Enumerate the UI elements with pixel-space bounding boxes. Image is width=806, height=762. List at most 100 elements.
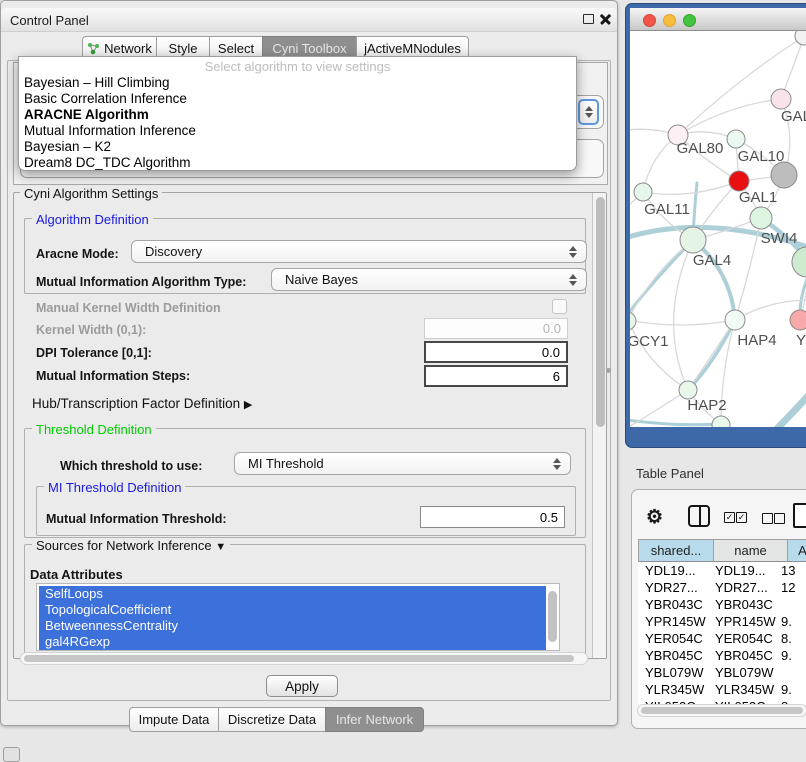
table-row[interactable]: YPR145W YPR145W 9. <box>638 613 806 630</box>
network-window-titlebar[interactable] <box>630 8 806 31</box>
settings-scrollbar[interactable] <box>592 193 606 658</box>
list-horizontal-scrollbar[interactable] <box>20 652 588 665</box>
dpi-tolerance-field[interactable] <box>424 341 568 363</box>
hub-section-toggle[interactable]: Hub/Transcription Factor Definition ▶ <box>32 396 252 411</box>
algorithm-option[interactable]: Dream8 DC_TDC Algorithm <box>19 155 576 171</box>
table-row[interactable]: YDR27... YDR27... 12 <box>638 579 806 596</box>
network-canvas[interactable]: GALGAL80GAL10GAL1GAL11SWI4GAL4GCY1HAP4YH… <box>630 31 806 427</box>
node-table-body[interactable]: YDL19... YDL19... 13 YDR27... YDR27... 1… <box>638 562 806 704</box>
network-edge[interactable] <box>760 396 806 427</box>
table-row[interactable]: YDL19... YDL19... 13 <box>638 562 806 579</box>
network-edge[interactable] <box>630 240 693 332</box>
minimize-traffic-light[interactable] <box>663 14 676 27</box>
algorithm-option[interactable]: Basic Correlation Inference <box>19 91 576 107</box>
tab-discretize-data[interactable]: Discretize Data <box>218 707 326 732</box>
settings-scrollbar-thumb[interactable] <box>596 197 605 427</box>
table-row[interactable]: YBR043C YBR043C <box>638 596 806 613</box>
split-columns-icon[interactable] <box>688 505 710 527</box>
minimized-panel-icon[interactable] <box>3 747 20 762</box>
node-label: GAL10 <box>738 148 785 165</box>
manual-kernel-checkbox[interactable] <box>552 299 567 314</box>
cell-shared-name: YDR27... <box>638 579 709 596</box>
deselect-all-checkbox-icon[interactable] <box>774 513 785 524</box>
cell-name: YPR145W <box>709 613 778 630</box>
network-edge[interactable] <box>643 181 739 194</box>
zoom-traffic-light[interactable] <box>683 14 696 27</box>
table-row[interactable]: YBL079W YBL079W <box>638 664 806 681</box>
table-document-icon[interactable] <box>793 503 806 528</box>
kernel-width-label: Kernel Width (0,1): <box>36 323 146 337</box>
algorithm-option[interactable]: ARACNE Algorithm <box>19 107 576 123</box>
combo-focus-spinner-icon[interactable] <box>578 99 599 125</box>
table-row[interactable]: YER054C YER054C 8. <box>638 630 806 647</box>
network-node[interactable] <box>712 416 730 427</box>
aracne-mode-select[interactable]: Discovery <box>131 240 587 263</box>
which-threshold-select[interactable]: MI Threshold <box>234 452 571 475</box>
dpi-tolerance-label: DPI Tolerance [0,1]: <box>36 346 152 360</box>
column-header-label: A <box>798 543 806 558</box>
column-header-shared-name[interactable]: shared... <box>638 539 714 562</box>
column-header-partial[interactable]: A <box>788 539 806 562</box>
network-node[interactable] <box>729 171 749 191</box>
mi-steps-field[interactable] <box>424 365 568 387</box>
network-node[interactable] <box>795 31 806 45</box>
table-row[interactable]: YBR045C YBR045C 9. <box>638 647 806 664</box>
tab-impute-data[interactable]: Impute Data <box>129 707 219 732</box>
data-attribute-item[interactable]: gal4RGexp <box>39 634 546 650</box>
network-node[interactable] <box>750 207 772 229</box>
network-edge[interactable] <box>678 99 781 135</box>
network-edge[interactable] <box>674 240 693 390</box>
algorithm-option[interactable]: Bayesian – Hill Climbing <box>19 75 576 91</box>
list-horizontal-scrollbar-thumb[interactable] <box>24 655 574 662</box>
node-label: GAL4 <box>693 252 731 269</box>
kernel-width-field[interactable] <box>424 318 568 339</box>
data-attribute-item[interactable]: TopologicalCoefficient <box>39 602 546 618</box>
network-node[interactable] <box>771 89 791 109</box>
close-traffic-light[interactable] <box>643 14 656 27</box>
network-node[interactable] <box>792 247 806 277</box>
pane-splitter-handle[interactable] <box>606 368 611 373</box>
tab-label: Infer Network <box>336 712 413 727</box>
network-edge[interactable] <box>630 240 693 320</box>
network-edge[interactable] <box>630 418 721 425</box>
column-header-label: name <box>734 543 767 558</box>
table-row[interactable]: YLR345W YLR345W 9. <box>638 681 806 698</box>
cell-value: 13 <box>778 562 806 579</box>
mi-threshold-field[interactable] <box>420 506 565 528</box>
network-edge[interactable] <box>630 320 688 390</box>
float-window-icon[interactable] <box>583 14 594 24</box>
tab-label: Select <box>218 41 254 56</box>
apply-button[interactable]: Apply <box>266 675 338 697</box>
network-node[interactable] <box>727 130 745 148</box>
sources-group-toggle[interactable]: Sources for Network Inference ▼ <box>32 538 230 553</box>
control-panel-titlebar[interactable] <box>1 8 617 32</box>
network-edge[interactable] <box>630 390 688 427</box>
algorithm-option[interactable]: Mutual Information Inference <box>19 123 576 139</box>
select-all-checkbox-icon[interactable]: ✓ <box>736 512 747 523</box>
close-icon[interactable] <box>599 13 612 26</box>
column-header-name[interactable]: name <box>714 539 788 562</box>
deselect-all-checkbox-icon[interactable] <box>762 513 773 524</box>
algorithm-option[interactable]: Bayesian – K2 <box>19 139 576 155</box>
network-node[interactable] <box>790 310 806 330</box>
list-scrollbar-thumb[interactable] <box>548 591 557 642</box>
network-node[interactable] <box>680 227 706 253</box>
tab-infer-network[interactable]: Infer Network <box>325 707 424 732</box>
network-node[interactable] <box>771 162 797 188</box>
mi-type-select[interactable]: Naive Bayes <box>271 268 587 291</box>
table-horizontal-scrollbar[interactable] <box>637 704 806 717</box>
tab-label: Cyni Toolbox <box>272 41 346 56</box>
network-node[interactable] <box>630 312 636 330</box>
data-attribute-item[interactable]: SelfLoops <box>39 586 546 602</box>
network-node[interactable] <box>725 310 745 330</box>
table-horizontal-scrollbar-thumb[interactable] <box>641 707 803 714</box>
data-attributes-list[interactable]: SelfLoops TopologicalCoefficient Between… <box>36 583 560 651</box>
cell-value: 9. <box>778 681 806 698</box>
network-canvas-svg[interactable]: GALGAL80GAL10GAL1GAL11SWI4GAL4GCY1HAP4YH… <box>630 31 806 427</box>
select-all-checkbox-icon[interactable]: ✓ <box>724 512 735 523</box>
network-edge[interactable] <box>688 320 735 390</box>
network-node[interactable] <box>634 183 652 201</box>
gear-icon[interactable]: ⚙ <box>646 506 663 529</box>
data-attribute-item[interactable]: BetweennessCentrality <box>39 618 546 634</box>
network-edge[interactable] <box>630 320 735 325</box>
